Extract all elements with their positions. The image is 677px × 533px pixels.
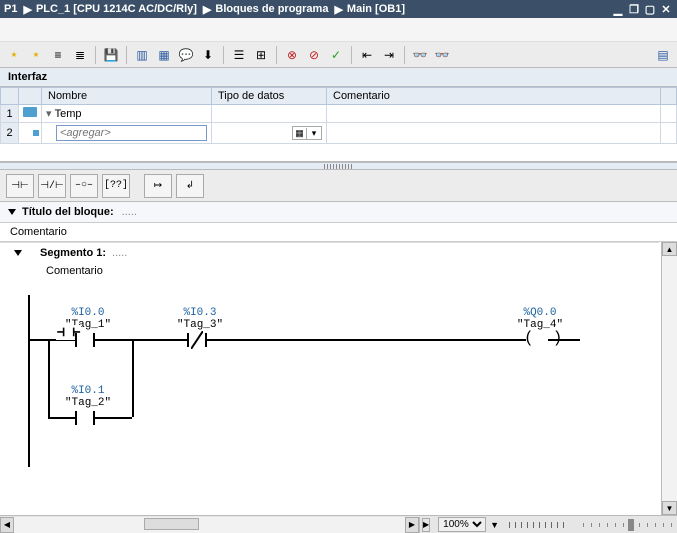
close-button[interactable]: ✕ [659, 2, 673, 16]
ladder-toolbar: ⊣⊢ ⊣/⊢ –○– [??] ↦ ↲ [0, 170, 677, 202]
row1-name[interactable]: ▾ Temp [42, 105, 212, 123]
block-title-value[interactable]: ..... [122, 206, 137, 218]
contact-nc-i03[interactable]: %I0.3 "Tag_3" [170, 307, 230, 331]
horizontal-scrollbar[interactable]: ◀ ▶ [0, 517, 420, 533]
chevron-right-icon: ▶ [334, 3, 342, 16]
coil-button[interactable]: –○– [70, 174, 98, 198]
row2-name[interactable] [42, 123, 212, 144]
block-title-row[interactable]: Título del bloque: ..... [0, 202, 677, 223]
col-num [1, 88, 19, 105]
scroll-right-button[interactable]: ▶ [405, 517, 419, 533]
chevron-right-icon: ▶ [203, 3, 211, 16]
scroll-left-button[interactable]: ◀ [0, 517, 14, 533]
power-rail [28, 295, 30, 467]
zoom-select[interactable]: 100% [438, 517, 486, 532]
row2-num: 2 [1, 123, 19, 144]
sub-icon [19, 123, 42, 144]
tool-window[interactable]: ▥ [132, 45, 152, 65]
zoom-controls: 100% ▼ [438, 517, 677, 532]
restore-button[interactable]: ❐ [627, 2, 641, 16]
contact-nc-button[interactable]: ⊣/⊢ [38, 174, 66, 198]
tool-indent-out[interactable]: ⇤ [357, 45, 377, 65]
row2-datatype[interactable]: ▦▾ [212, 123, 327, 144]
contact-no-button[interactable]: ⊣⊢ [6, 174, 34, 198]
wire [48, 339, 50, 417]
tool-paste[interactable]: ≣ [70, 45, 90, 65]
wire [132, 339, 134, 417]
segment-comment[interactable]: Comentario [0, 263, 659, 283]
tool-insert-2[interactable]: ⭑ [26, 45, 46, 65]
contact-no-i01[interactable]: %I0.1 "Tag_2" [58, 385, 118, 409]
wire [28, 339, 580, 341]
minimize-button[interactable]: ▁ [611, 2, 625, 16]
interface-table: Nombre Tipo de datos Comentario 1 ▾ Temp… [0, 87, 677, 144]
interface-section-label: Interfaz [0, 68, 677, 87]
collapse-icon[interactable] [14, 250, 22, 256]
table-row[interactable]: 1 ▾ Temp [1, 105, 677, 123]
tool-monitor[interactable]: 👓 [410, 45, 430, 65]
scroll-down-button[interactable]: ▼ [662, 501, 677, 515]
col-datatype[interactable]: Tipo de datos [212, 88, 327, 105]
chevron-right-icon: ▶ [23, 3, 31, 16]
tool-monitor-all[interactable]: 👓 [432, 45, 452, 65]
breadcrumb-main[interactable]: Main [OB1] [347, 3, 405, 15]
scroll-thumb[interactable] [144, 518, 199, 530]
status-bar: ◀ ▶ ▶ 100% ▼ [0, 515, 677, 533]
ladder-diagram[interactable]: %I0.0 "Tag_1" ⊣ ⊢ %I0.3 "Tag_3" [20, 287, 659, 467]
datatype-picker[interactable]: ▦▾ [292, 126, 322, 140]
tool-next-err[interactable]: ⊘ [304, 45, 324, 65]
maximize-button[interactable]: ▢ [643, 2, 657, 16]
block-title-label: Título del bloque: [22, 206, 114, 218]
segment-label: Segmento 1: [40, 247, 106, 259]
title-bar: P1 ▶ PLC_1 [CPU 1214C AC/DC/Rly] ▶ Bloqu… [0, 0, 677, 18]
branch-open-button[interactable]: ↦ [144, 174, 172, 198]
tool-insert-1[interactable]: ⭑ [4, 45, 24, 65]
editor-area: Segmento 1: ..... Comentario %I0.0 "Tag_… [0, 242, 677, 515]
scroll-track[interactable] [14, 517, 405, 533]
breadcrumb-plc[interactable]: PLC_1 [CPU 1214C AC/DC/Rly] [36, 3, 197, 15]
row1-datatype[interactable] [212, 105, 327, 123]
segment-dots[interactable]: ..... [112, 247, 127, 259]
col-comment[interactable]: Comentario [327, 88, 661, 105]
block-comment[interactable]: Comentario [0, 223, 677, 242]
box-button[interactable]: [??] [102, 174, 130, 198]
row1-comment[interactable] [327, 105, 661, 123]
tool-save[interactable]: 💾 [101, 45, 121, 65]
tool-compile[interactable]: ✓ [326, 45, 346, 65]
add-input[interactable] [56, 125, 207, 141]
tool-comment[interactable]: 💬 [176, 45, 196, 65]
temp-icon [19, 105, 42, 123]
tool-download[interactable]: ⬇ [198, 45, 218, 65]
tool-indent-in[interactable]: ⇥ [379, 45, 399, 65]
tool-network[interactable]: ⊞ [251, 45, 271, 65]
splitter[interactable] [0, 162, 677, 170]
tool-copy[interactable]: ≡ [48, 45, 68, 65]
collapse-icon[interactable] [8, 209, 16, 215]
scroll-track[interactable] [662, 256, 677, 501]
tool-list[interactable]: ☰ [229, 45, 249, 65]
contact-no-i00[interactable]: %I0.0 "Tag_1" ⊣ ⊢ [58, 307, 118, 331]
scroll-up-button[interactable]: ▲ [662, 242, 677, 256]
tool-goto-err[interactable]: ⊗ [282, 45, 302, 65]
branch-close-button[interactable]: ↲ [176, 174, 204, 198]
spacer [0, 18, 677, 42]
row1-num: 1 [1, 105, 19, 123]
segment-header[interactable]: Segmento 1: ..... [0, 242, 659, 263]
col-icon [19, 88, 42, 105]
vertical-scrollbar[interactable]: ▲ ▼ [661, 242, 677, 515]
main-toolbar: ⭑ ⭑ ≡ ≣ 💾 ▥ ▦ 💬 ⬇ ☰ ⊞ ⊗ ⊘ ✓ ⇤ ⇥ 👓 👓 ▤ [0, 42, 677, 68]
breadcrumb-blocks[interactable]: Bloques de programa [215, 3, 328, 15]
scroll-end-button[interactable]: ▶ [422, 518, 430, 532]
tool-grid[interactable]: ▦ [154, 45, 174, 65]
zoom-slider[interactable] [583, 523, 677, 527]
coil-q00[interactable]: %Q0.0 "Tag_4" [510, 307, 570, 331]
table-row[interactable]: 2 ▦▾ [1, 123, 677, 144]
tool-sidebar[interactable]: ▤ [653, 45, 673, 65]
row2-comment[interactable] [327, 123, 661, 144]
col-name[interactable]: Nombre [42, 88, 212, 105]
breadcrumb-p1[interactable]: P1 [4, 3, 17, 15]
